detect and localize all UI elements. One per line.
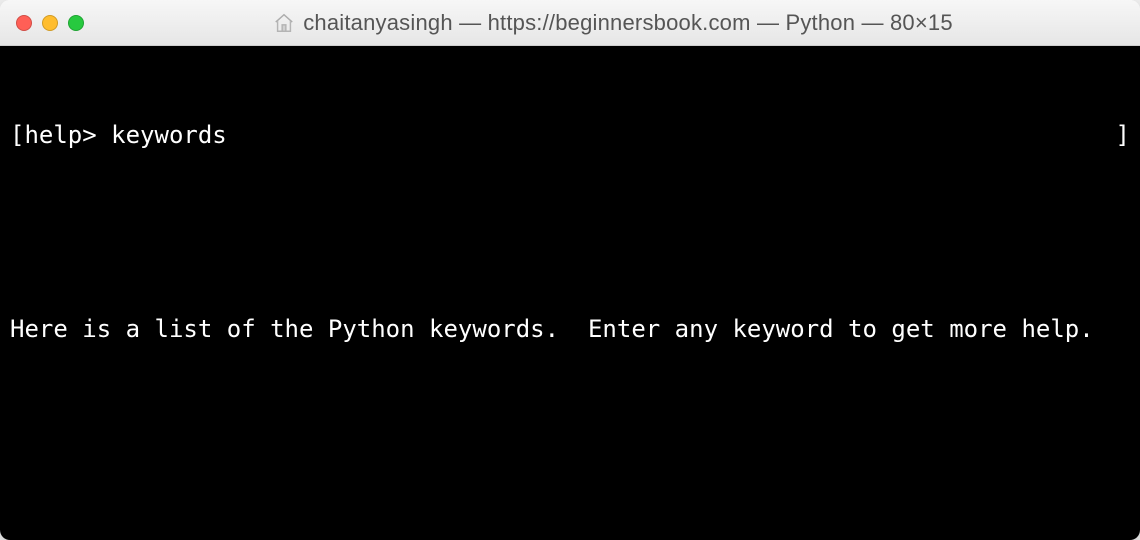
blank-line	[10, 216, 1130, 248]
traffic-lights	[16, 15, 84, 31]
typed-command: keywords	[111, 119, 227, 151]
titlebar: chaitanyasingh — https://beginnersbook.c…	[0, 0, 1140, 46]
maximize-icon[interactable]	[68, 15, 84, 31]
window-title-wrap: chaitanyasingh — https://beginnersbook.c…	[102, 10, 1124, 36]
blank-line	[10, 410, 1130, 442]
terminal-body[interactable]: [help> keywords ] Here is a list of the …	[0, 46, 1140, 540]
right-bracket: ]	[1116, 119, 1130, 151]
prompt-open: [help>	[10, 119, 97, 151]
close-icon[interactable]	[16, 15, 32, 31]
home-icon	[273, 12, 295, 34]
window-title: chaitanyasingh — https://beginnersbook.c…	[303, 10, 953, 36]
minimize-icon[interactable]	[42, 15, 58, 31]
prompt-line-1: [help> keywords ]	[10, 119, 1130, 151]
terminal-window: chaitanyasingh — https://beginnersbook.c…	[0, 0, 1140, 540]
intro-text: Here is a list of the Python keywords. E…	[10, 313, 1130, 345]
